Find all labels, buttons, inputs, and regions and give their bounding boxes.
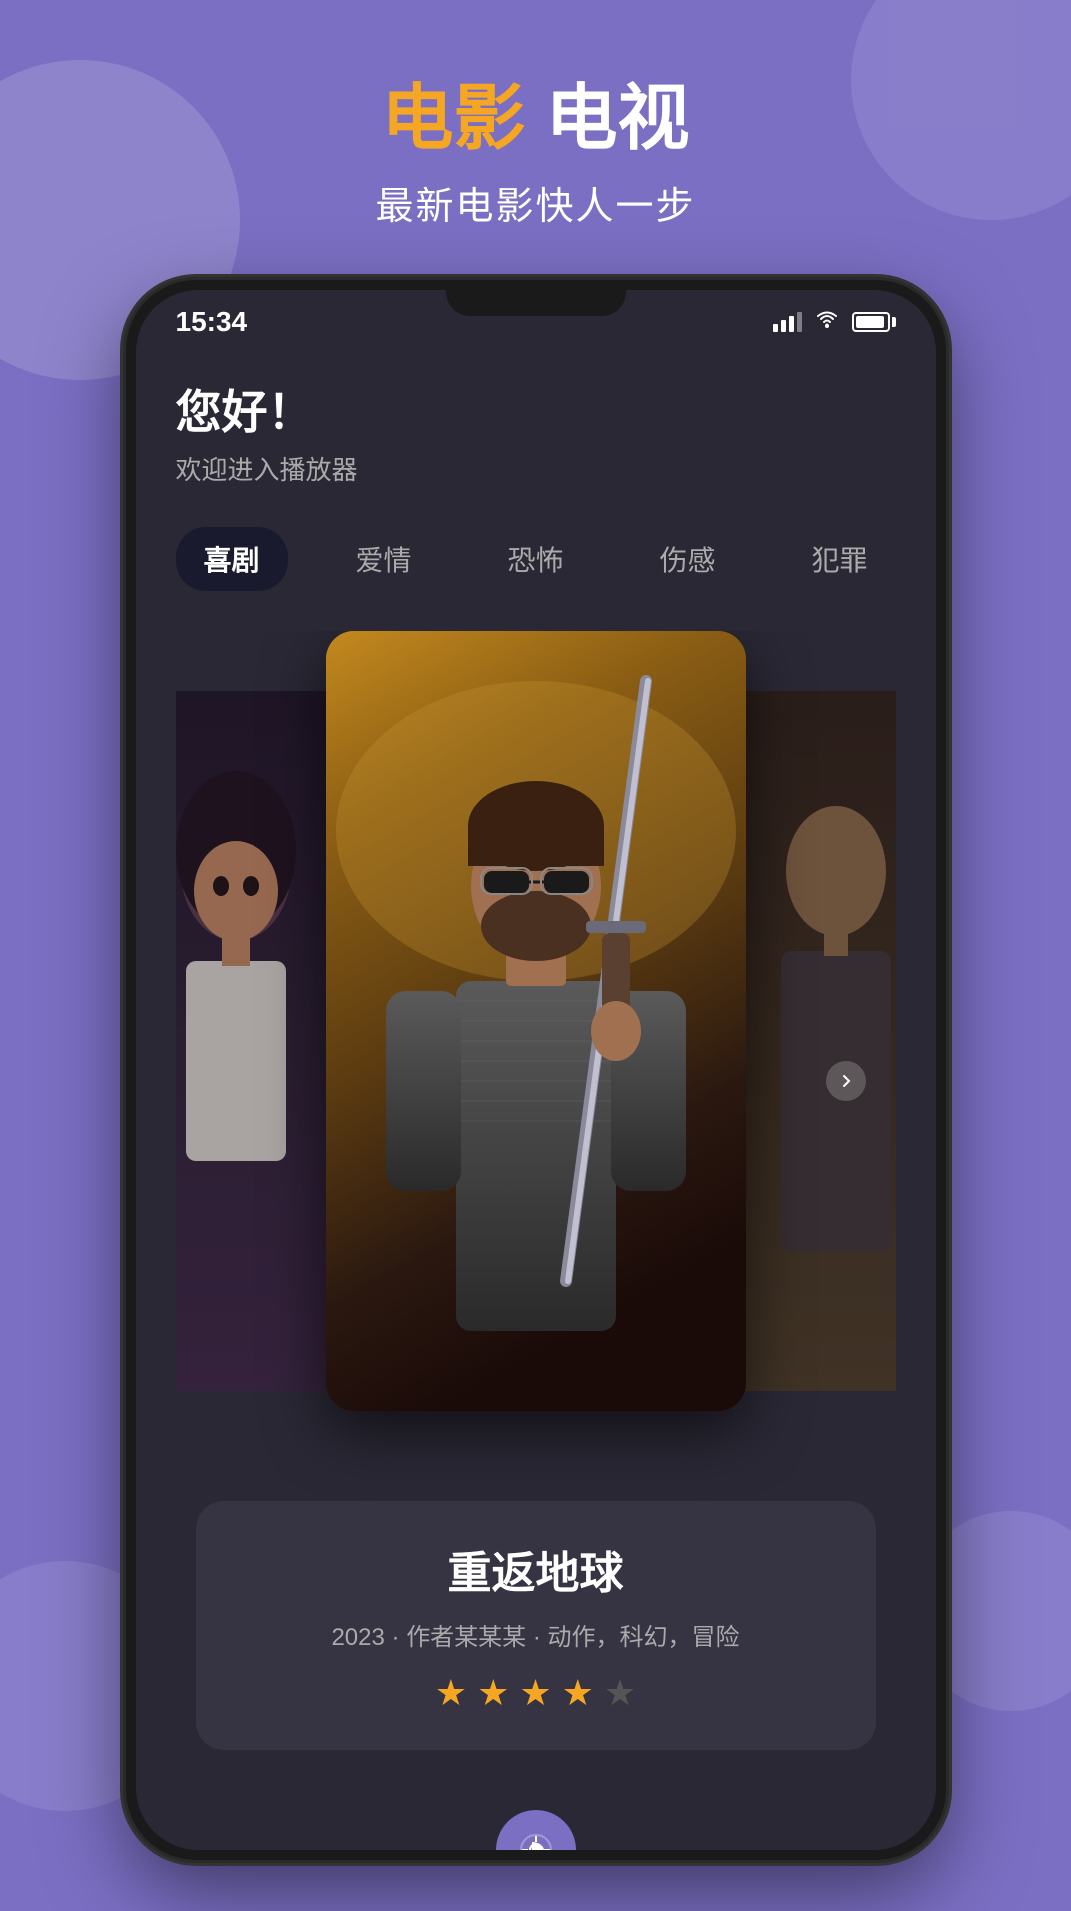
- play-icon: [520, 1834, 552, 1850]
- signal-bar-4: [797, 312, 802, 332]
- app-content: 您好！ 欢迎进入播放器 喜剧 爱情 恐怖 伤感 犯罪: [136, 346, 936, 1850]
- movie-card-main[interactable]: [326, 631, 746, 1411]
- genre-tabs: 喜剧 爱情 恐怖 伤感 犯罪: [176, 527, 896, 591]
- signal-bar-2: [781, 320, 786, 332]
- star-4: ★: [562, 1672, 594, 1714]
- status-icons: [773, 309, 896, 335]
- header-tv-text: 电视: [546, 79, 690, 159]
- carousel-next-btn[interactable]: [826, 1061, 866, 1101]
- header-movie-text: 电影: [381, 79, 525, 159]
- signal-bar-1: [773, 324, 778, 332]
- battery-icon: [852, 312, 896, 332]
- tab-sad[interactable]: 伤感: [632, 527, 744, 591]
- header-title: 电影 电视: [0, 80, 1071, 159]
- movie-director: 作者某某某: [406, 1624, 526, 1651]
- movie-info-card: 重返地球 2023 · 作者某某某 · 动作，科幻，冒险 ★ ★ ★ ★ ★: [196, 1501, 876, 1750]
- movie-meta: 2023 · 作者某某某 · 动作，科幻，冒险: [236, 1617, 836, 1652]
- tab-romance[interactable]: 爱情: [328, 527, 440, 591]
- phone-notch: [446, 280, 626, 316]
- phone-screen: 15:34: [136, 290, 936, 1850]
- greeting-subtitle: 欢迎进入播放器: [176, 450, 896, 487]
- movie-genres: 动作，科幻，冒险: [548, 1624, 740, 1651]
- movie-rating: ★ ★ ★ ★ ★: [236, 1672, 836, 1714]
- star-2: ★: [477, 1672, 509, 1714]
- bottom-nav: [176, 1780, 896, 1850]
- tab-comedy[interactable]: 喜剧: [176, 527, 288, 591]
- header-subtitle: 最新电影快人一步: [0, 175, 1071, 230]
- tab-horror[interactable]: 恐怖: [480, 527, 592, 591]
- play-button[interactable]: [496, 1810, 576, 1850]
- main-image: [326, 631, 746, 1411]
- signal-icon: [773, 312, 802, 332]
- header-section: 电影 电视 最新电影快人一步: [0, 80, 1071, 230]
- star-3: ★: [519, 1672, 551, 1714]
- signal-bar-3: [789, 316, 794, 332]
- status-time: 15:34: [176, 306, 248, 338]
- phone-frame: 15:34: [126, 280, 946, 1860]
- movie-title: 重返地球: [236, 1537, 836, 1601]
- movie-year: 2023: [331, 1624, 384, 1651]
- star-5: ★: [604, 1672, 636, 1714]
- tab-crime[interactable]: 犯罪: [784, 527, 896, 591]
- wifi-icon: [814, 309, 840, 335]
- meta-dot-1: ·: [392, 1624, 407, 1651]
- greeting-title: 您好！: [176, 376, 896, 442]
- meta-dot-2: ·: [533, 1624, 548, 1651]
- movies-carousel: [176, 631, 896, 1531]
- star-1: ★: [435, 1672, 467, 1714]
